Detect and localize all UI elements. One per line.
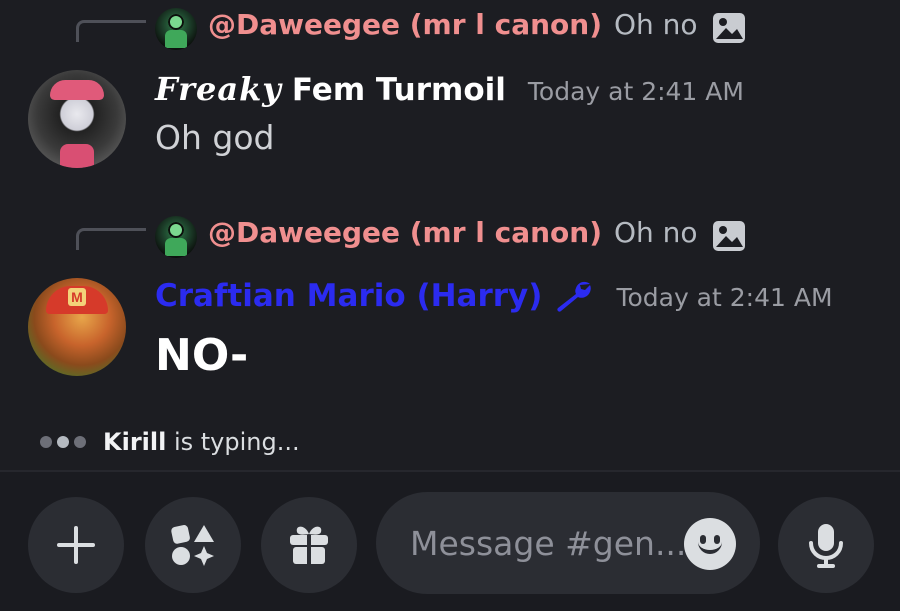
message-header: Freaky Fem Turmoil Today at 2:41 AM [155, 70, 744, 108]
image-icon [713, 221, 745, 251]
plus-icon [57, 526, 95, 564]
author-name[interactable]: Fem Turmoil [292, 72, 506, 108]
typing-dot [57, 436, 69, 448]
add-attachment-button[interactable] [28, 497, 124, 593]
apps-icon [171, 525, 214, 566]
reply-text: Oh no [614, 8, 698, 41]
typing-dot [40, 436, 52, 448]
chat-screen: @Daweegee (mr l canon) Oh no Freaky Fem … [0, 0, 900, 611]
voice-message-button[interactable] [778, 497, 874, 593]
typing-user: Kirill [103, 428, 167, 456]
message-header: Craftian Mario (Harry) Today at 2:41 AM [155, 278, 833, 314]
gift-icon [290, 526, 328, 564]
reply-author-name[interactable]: @Daweegee (mr l canon) [208, 216, 602, 249]
reply-connector-line [76, 20, 146, 42]
wrench-icon [557, 281, 592, 312]
author-name[interactable]: Craftian Mario (Harry) [155, 278, 542, 314]
typing-indicator: Kirill is typing... [40, 424, 300, 460]
author-name-fancy[interactable]: Freaky [155, 70, 282, 108]
reply-preview[interactable]: @Daweegee (mr l canon) Oh no [0, 216, 900, 258]
message-input-placeholder: Message #gen... [410, 523, 687, 563]
message-text: NO- [155, 330, 249, 381]
reply-avatar[interactable] [155, 216, 197, 258]
image-icon [713, 13, 745, 43]
typing-dot [74, 436, 86, 448]
reply-preview[interactable]: @Daweegee (mr l canon) Oh no [0, 8, 900, 50]
avatar[interactable] [28, 70, 126, 168]
reply-author-name[interactable]: @Daweegee (mr l canon) [208, 8, 602, 41]
apps-button[interactable] [145, 497, 241, 593]
message-input[interactable]: Message #gen... [376, 492, 760, 594]
message-text: Oh god [155, 118, 275, 157]
reply-avatar[interactable] [155, 8, 197, 50]
timestamp: Today at 2:41 AM [527, 77, 744, 106]
timestamp: Today at 2:41 AM [616, 283, 833, 312]
emoji-icon[interactable] [684, 518, 736, 570]
reply-connector-line [76, 228, 146, 250]
typing-text: Kirill is typing... [103, 428, 300, 456]
reply-text: Oh no [614, 216, 698, 249]
microphone-icon [809, 524, 843, 568]
emoji-mouth [698, 542, 722, 554]
gift-button[interactable] [261, 497, 357, 593]
avatar[interactable] [28, 278, 126, 376]
typing-suffix: is typing... [166, 428, 300, 456]
